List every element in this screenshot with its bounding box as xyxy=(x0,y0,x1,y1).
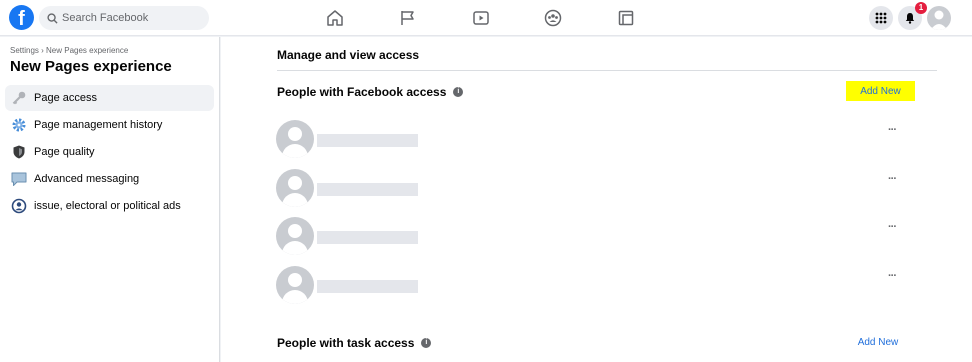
more-options-button[interactable]: ··· xyxy=(888,270,897,282)
chat-bubble-icon xyxy=(10,170,28,188)
redacted-name xyxy=(317,231,418,244)
avatar xyxy=(276,266,314,304)
shield-icon xyxy=(10,143,28,161)
pages-flag-icon[interactable] xyxy=(398,8,418,28)
sidebar-item-political-ads[interactable]: issue, electoral or political ads xyxy=(5,193,214,219)
sidebar-item-label: issue, electoral or political ads xyxy=(34,200,181,212)
person-circle-icon xyxy=(10,197,28,215)
groups-icon[interactable] xyxy=(543,8,563,28)
redacted-name xyxy=(317,134,418,147)
list-item: ··· xyxy=(276,217,916,255)
user-avatar-icon xyxy=(930,10,948,30)
gear-icon xyxy=(10,116,28,134)
info-icon[interactable]: i xyxy=(421,338,432,348)
search-box[interactable] xyxy=(39,6,209,30)
more-options-button[interactable]: ··· xyxy=(888,124,897,136)
avatar xyxy=(276,217,314,255)
page-title: New Pages experience xyxy=(10,58,172,75)
search-icon xyxy=(47,12,58,24)
settings-sidebar: Settings › New Pages experience New Page… xyxy=(0,37,220,362)
key-icon xyxy=(10,89,28,107)
sidebar-item-label: Page management history xyxy=(34,119,163,131)
redacted-name xyxy=(317,183,418,196)
more-options-button[interactable]: ··· xyxy=(888,173,897,185)
list-item: ··· xyxy=(276,169,916,207)
bell-icon xyxy=(905,13,915,24)
sidebar-item-page-access[interactable]: Page access xyxy=(5,85,214,111)
sidebar-item-advanced-messaging[interactable]: Advanced messaging xyxy=(5,166,214,192)
more-options-button[interactable]: ··· xyxy=(888,221,897,233)
main-content: Manage and view access People with Faceb… xyxy=(221,37,972,362)
profile-avatar[interactable] xyxy=(927,6,951,30)
facebook-logo[interactable]: f xyxy=(9,5,34,30)
info-icon[interactable]: i xyxy=(453,87,464,97)
facebook-access-title: People with Facebook access xyxy=(277,85,447,99)
avatar xyxy=(276,169,314,207)
watch-video-icon[interactable] xyxy=(471,8,491,28)
notifications-button[interactable]: 1 xyxy=(898,2,927,30)
search-input[interactable] xyxy=(62,12,202,24)
sidebar-item-page-quality[interactable]: Page quality xyxy=(5,139,214,165)
redacted-name xyxy=(317,280,418,293)
divider xyxy=(277,70,937,71)
avatar xyxy=(276,120,314,158)
grid-menu-icon xyxy=(875,12,887,24)
top-navigation-bar: f 1 xyxy=(0,0,972,36)
sidebar-item-label: Advanced messaging xyxy=(34,173,140,185)
task-access-title: People with task access xyxy=(277,336,415,350)
notification-badge: 1 xyxy=(915,2,927,14)
add-new-facebook-access-button[interactable]: Add New xyxy=(846,81,915,101)
sidebar-item-label: Page access xyxy=(34,92,97,104)
breadcrumb[interactable]: Settings › New Pages experience xyxy=(10,46,128,55)
gaming-icon[interactable] xyxy=(616,8,636,28)
menu-button[interactable] xyxy=(869,6,893,30)
add-new-task-access-button[interactable]: Add New xyxy=(848,334,908,352)
list-item: ··· xyxy=(276,120,916,158)
sidebar-item-label: Page quality xyxy=(34,146,95,158)
task-access-heading: People with task access i xyxy=(277,336,432,350)
section-title: Manage and view access xyxy=(277,48,420,62)
home-icon[interactable] xyxy=(325,8,345,28)
facebook-access-heading: People with Facebook access i xyxy=(277,85,464,99)
sidebar-item-page-management-history[interactable]: Page management history xyxy=(5,112,214,138)
list-item: ··· xyxy=(276,266,916,304)
